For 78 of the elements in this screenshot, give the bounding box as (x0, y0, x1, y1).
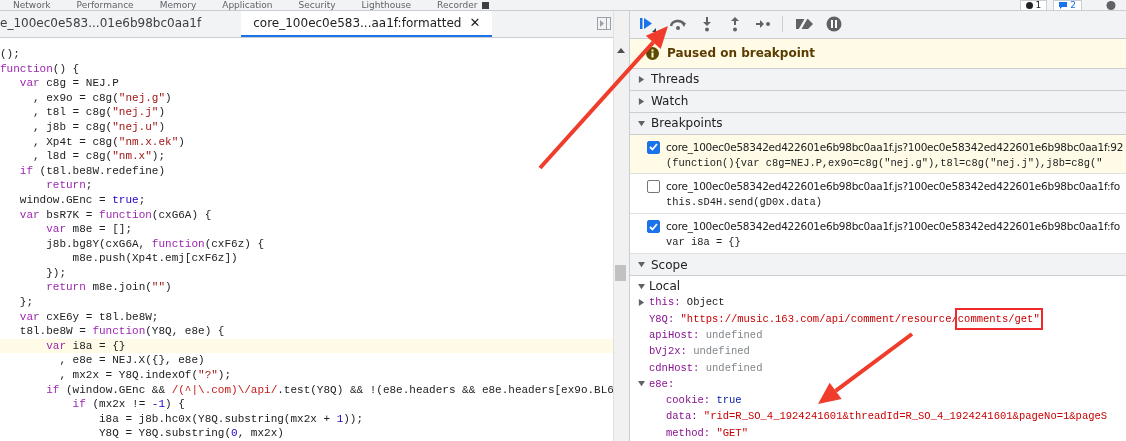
scope-variable: cdnHost: undefined (649, 360, 763, 376)
code-line: (); (0, 46, 21, 62)
panel-tab[interactable]: Network (0, 0, 64, 10)
disclosure-icon[interactable] (638, 97, 645, 105)
info-icon (646, 46, 659, 60)
checkbox[interactable] (647, 180, 660, 194)
scope-group[interactable]: Local (649, 278, 681, 295)
paused-message: Paused on breakpoint (667, 46, 816, 61)
code-line: return; (45, 178, 94, 193)
breakpoint-code: (function(){var c8g=NEJ.P,ex9o=c8g("nej.g"),t8l=c8g("nej.j"),j8b=c8g(" (666, 155, 1104, 171)
scope-variable: this: Object (649, 295, 725, 311)
scope-variable: apiHost: undefined (649, 327, 763, 343)
code-line: var c8g = NEJ.P (18, 76, 120, 91)
panel-tab[interactable]: Memory (146, 0, 210, 10)
code-line: }); (45, 265, 67, 281)
step-icon (755, 19, 771, 30)
breakpoint-code: var i8a = {} (666, 235, 742, 251)
breakpoint-location: core_100ec0e58342ed422601e6b98bc0aa1f.js?100ec0e58342ed422601e6b98bc0aa1f:92 (666, 139, 1124, 155)
file-tab[interactable]: e_100ec0e583...01e6b98bc0aa1f (0, 11, 214, 37)
section-header[interactable]: Threads (630, 68, 1126, 91)
code-line: , mx2x = Y8Q.indexOf("?"); (58, 368, 233, 383)
highlighted-value: comments/get" (957, 310, 1040, 327)
panel-tab[interactable]: Security (285, 0, 349, 10)
code-line: Y8Q = Y8Q.substring(0, mx2x) (98, 426, 285, 441)
code-line: , e8e = NEJ.X({}, e8e) (58, 353, 206, 369)
toggle-icon[interactable] (638, 380, 645, 388)
breakpoint-item[interactable]: core_100ec0e58342ed422601e6b98bc0aa1f.js?100ec0e58342ed422601e6b98bc0aa1f:fo this.sD4H.send(gD0x.data) (630, 174, 1126, 215)
scope-variable: cookie: true (666, 393, 742, 409)
scrollbar-thumb[interactable] (615, 265, 626, 281)
recorder-icon (482, 1, 490, 9)
checkbox[interactable] (647, 220, 660, 234)
code-line: var m8e = []; (45, 222, 134, 237)
panel-tab[interactable]: Performance (63, 0, 147, 10)
code-line: , Xp4t = c8g("nm.x.ek") (32, 134, 186, 150)
scope-variable: method: "GET" (666, 425, 748, 441)
section-header[interactable]: Watch (630, 90, 1126, 113)
panel-tab[interactable]: Recorder (424, 0, 491, 10)
panel-tab[interactable]: Lighthouse (348, 0, 425, 10)
code-line: i8a = j8b.hc0x(Y8Q.substring(mx2x + 1)); (98, 411, 365, 427)
code-line: window.GEnc = true; (18, 192, 147, 208)
pause-on-exceptions-button[interactable] (825, 15, 843, 34)
code-line: m8e.push(Xp4t.emj[cxF6z]) (71, 251, 239, 266)
code-line: , ex9o = c8g("nej.g") (32, 90, 173, 106)
file-tab[interactable]: core_100ec0e583...aa1f:formatted ✕ (241, 11, 493, 37)
code-line: if (window.GEnc && /(^|\.com)\/api/.test(Y8Q) && !(e8e.headers && e8e.headers[ex9o.BL6 (45, 382, 613, 398)
code-line: var bsR7K = function(cxG6A) { (18, 207, 213, 223)
code-line: if (mx2x != -1) { (71, 397, 186, 412)
code-line: return m8e.join("") (45, 280, 173, 296)
scope-variable: data: "rid=R_SO_4_1924241601&threadId=R_SO_4_1924241601&pageNo=1&pageS (666, 409, 1108, 425)
code-line: , l8d = c8g("nm.x"); (32, 149, 167, 164)
scope-variable: e8e: (649, 376, 675, 392)
code-line: , t8l = c8g("nej.j") (32, 105, 167, 120)
section-header[interactable]: Breakpoints (630, 112, 1126, 135)
code-line: function() { (0, 61, 81, 77)
resume-button[interactable] (638, 15, 658, 34)
breakpoint-location: core_100ec0e58342ed422601e6b98bc0aa1f.js?100ec0e58342ed422601e6b98bc0aa1f:fo (666, 179, 1120, 195)
scope-variable: bVj2x: undefined (649, 344, 750, 360)
code-line: j8b.bg8Y(cxG6A, function(cxF6z) { (45, 236, 266, 252)
toggle-sidebar-icon[interactable] (597, 17, 611, 31)
code-line: , j8b = c8g("nej.u") (32, 119, 167, 135)
errors-badge[interactable]: 1 (1019, 0, 1048, 10)
breakpoint-code: this.sD4H.send(gD0x.data) (666, 195, 823, 211)
code-line: if (t8l.be8W.redefine) (18, 163, 167, 179)
code-line: var cxE6y = t8l.be8W; (18, 309, 160, 325)
disclosure-icon[interactable] (638, 261, 645, 269)
section-header[interactable]: Scope (630, 254, 1126, 277)
breakpoint-location: core_100ec0e58342ed422601e6b98bc0aa1f.js?100ec0e58342ed422601e6b98bc0aa1f:fo (666, 219, 1120, 235)
code-line: t8l.be8W = function(Y8Q, e8e) { (18, 324, 226, 339)
scroll-up-icon[interactable] (617, 48, 625, 53)
panel-tab[interactable]: Application (209, 0, 286, 10)
checkbox[interactable] (647, 140, 660, 154)
disclosure-icon[interactable] (638, 119, 645, 127)
code-line: }; (18, 295, 34, 310)
settings-icon[interactable] (1106, 0, 1116, 10)
disclosure-icon[interactable] (638, 75, 645, 83)
messages-badge[interactable]: 2 (1053, 0, 1082, 10)
breakpoint-item[interactable]: core_100ec0e58342ed422601e6b98bc0aa1f.js?100ec0e58342ed422601e6b98bc0aa1f:92 (function(){var c8g=NEJ.P,ex9o=c8g("nej.g"),t8l=c8g("nej.j"),j8b=c8g(" (630, 134, 1126, 175)
close-icon[interactable]: ✕ (469, 15, 481, 31)
